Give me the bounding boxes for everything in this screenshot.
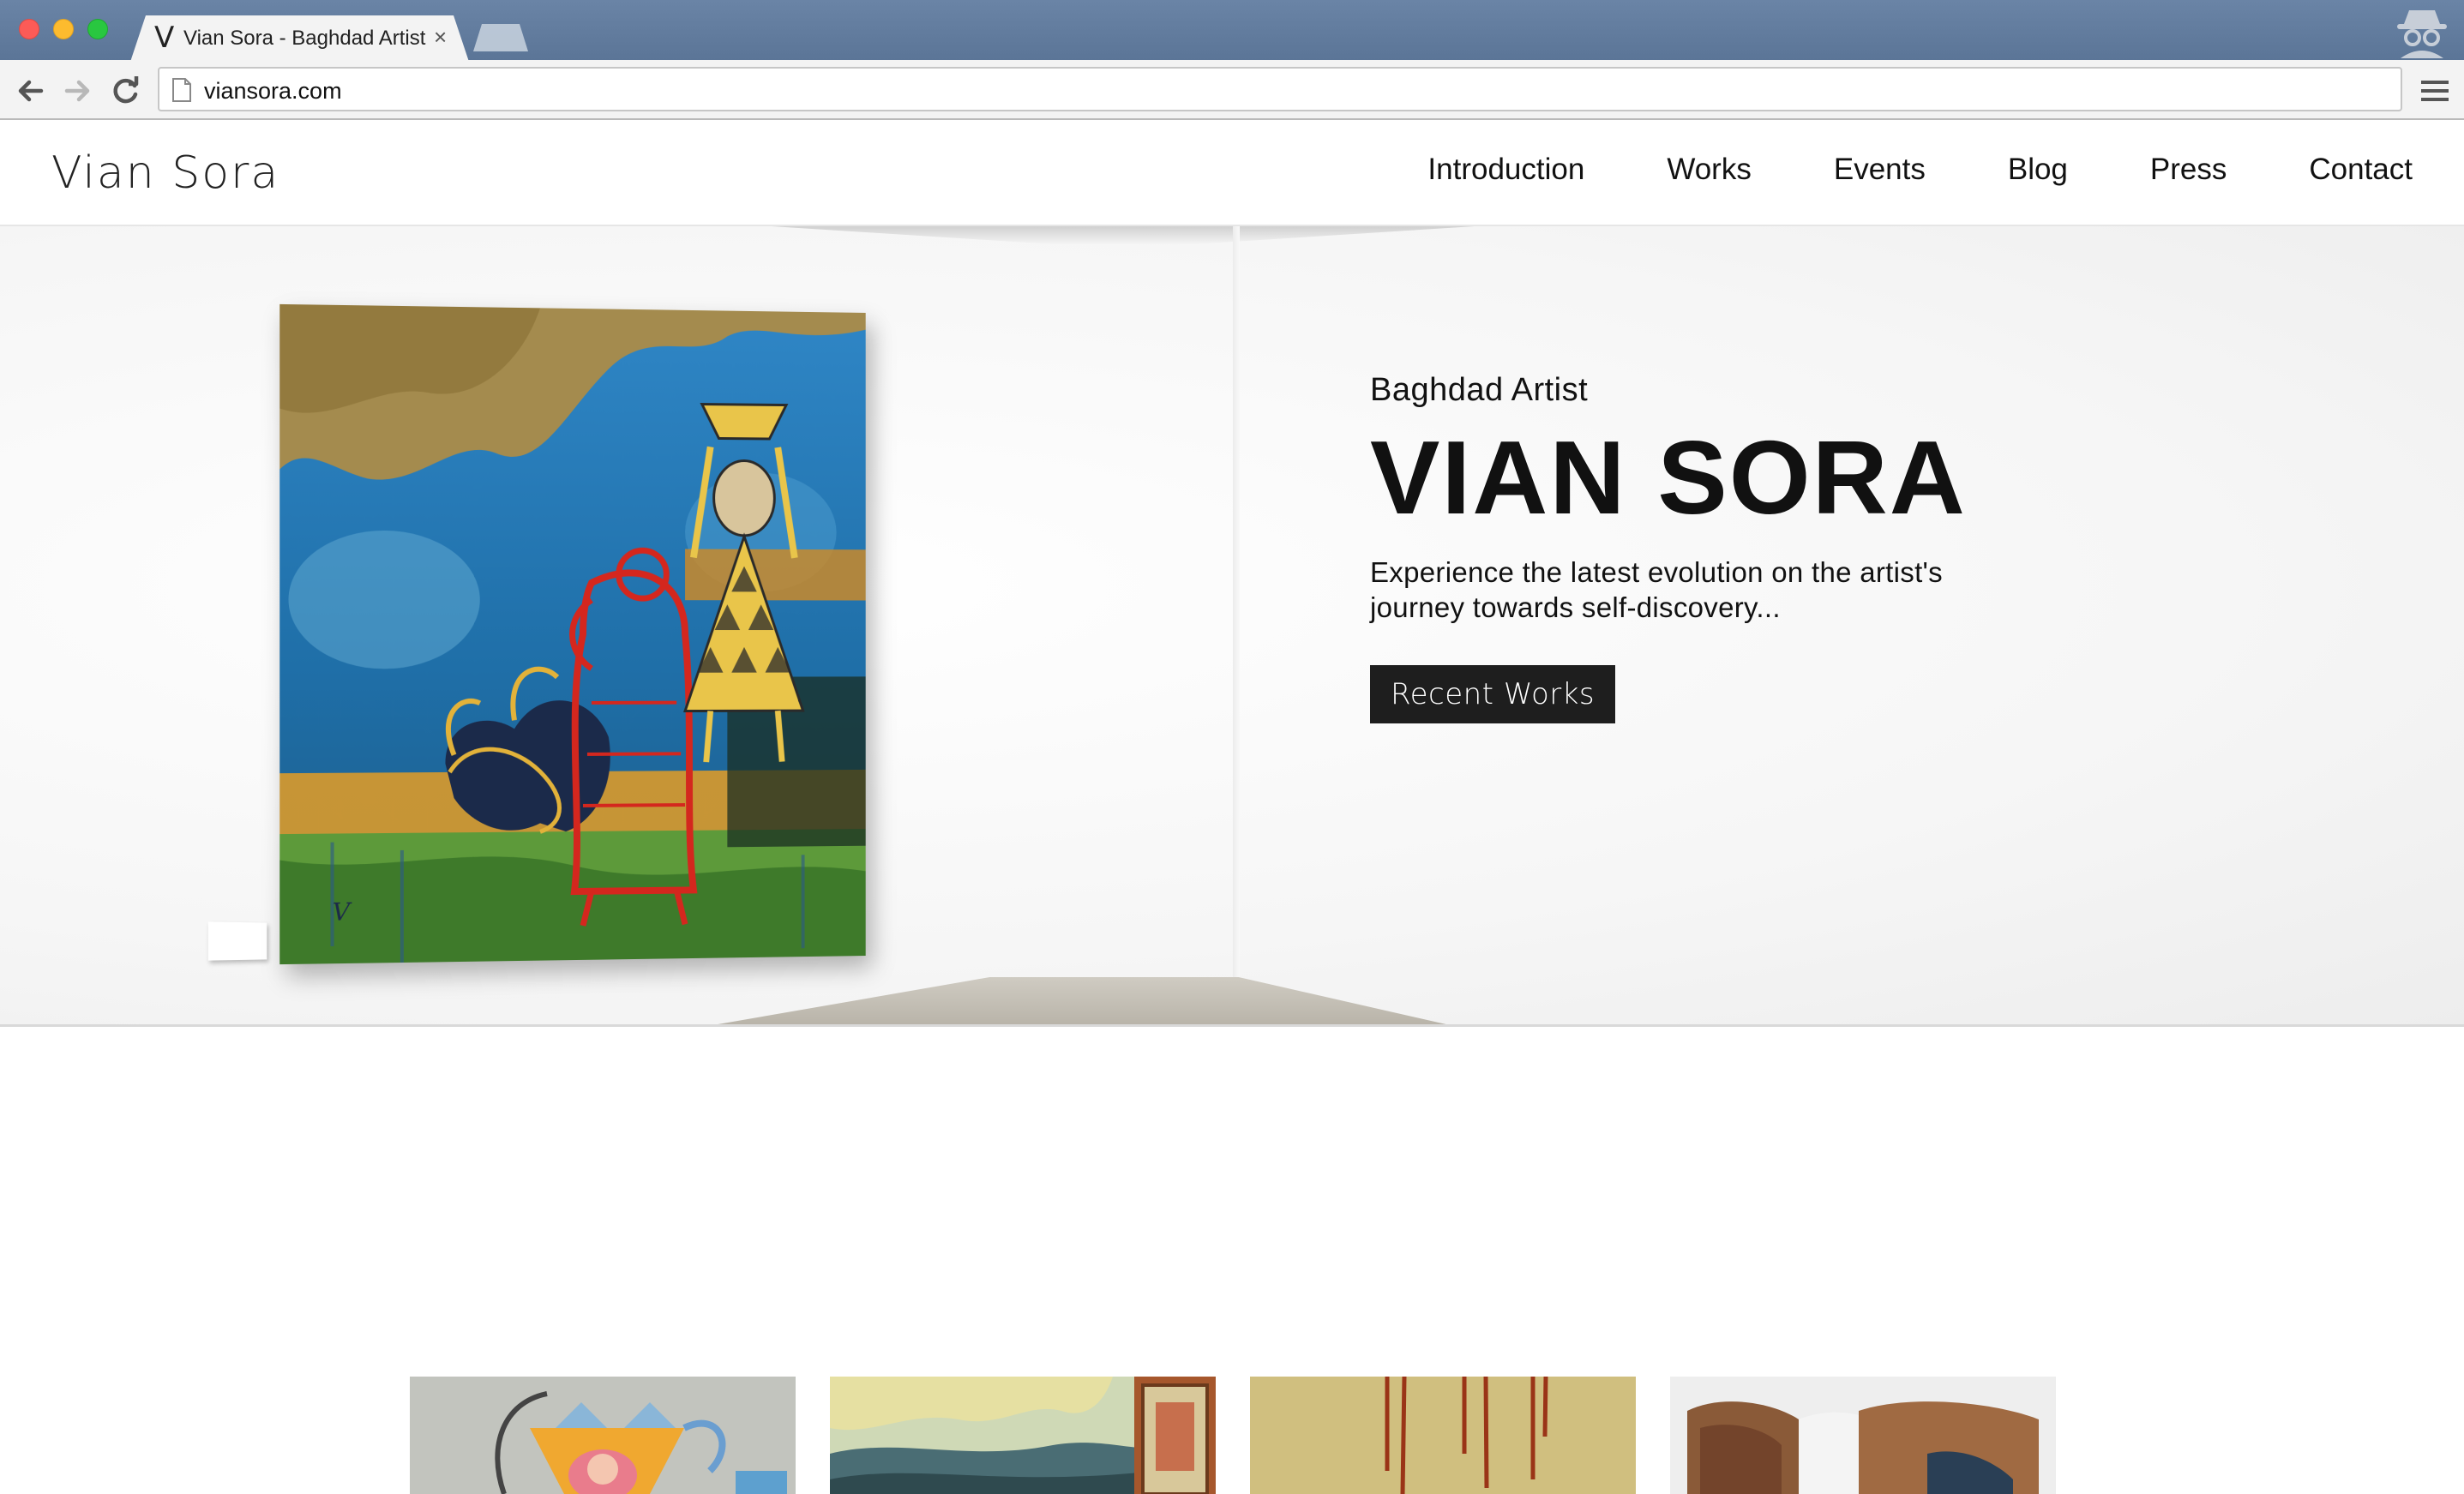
- nav-blog[interactable]: Blog: [2008, 153, 2068, 187]
- browser-titlebar: V Vian Sora - Baghdad Artist ×: [0, 0, 2464, 60]
- gallery-wall-corner: [1233, 226, 1240, 1027]
- forward-arrow-icon[interactable]: [58, 72, 96, 110]
- window-close-button[interactable]: [19, 19, 39, 39]
- new-tab-button[interactable]: [473, 24, 528, 51]
- browser-toolbar: viansora.com: [0, 60, 2464, 120]
- recent-works-button[interactable]: Recent Works: [1370, 665, 1615, 723]
- artwork-thumbnail-4[interactable]: [1670, 1377, 2056, 1494]
- artwork-thumbnail-3[interactable]: [1250, 1377, 1636, 1494]
- incognito-icon: [2392, 5, 2452, 58]
- site-header: Vian Sora Introduction Works Events Blog…: [0, 122, 2464, 226]
- nav-press[interactable]: Press: [2150, 153, 2227, 187]
- hero-text-block: Baghdad Artist VIAN SORA Experience the …: [1370, 372, 2142, 723]
- tab-close-icon[interactable]: ×: [434, 24, 447, 51]
- page-icon: [170, 77, 194, 103]
- hero-kicker: Baghdad Artist: [1370, 372, 2142, 409]
- nav-events[interactable]: Events: [1834, 153, 1926, 187]
- site-favicon-icon: V: [154, 21, 174, 55]
- back-arrow-icon[interactable]: [12, 72, 50, 110]
- browser-tab-active[interactable]: V Vian Sora - Baghdad Artist ×: [130, 15, 469, 62]
- tab-title: Vian Sora - Baghdad Artist: [183, 27, 425, 51]
- artwork-placard: [208, 921, 267, 960]
- hamburger-menu-icon[interactable]: [2418, 75, 2452, 106]
- main-nav: Introduction Works Events Blog Press Con…: [1427, 153, 2413, 187]
- site-logo[interactable]: Vian Sora: [51, 147, 279, 199]
- hero-painting: V: [279, 304, 865, 964]
- nav-works[interactable]: Works: [1667, 153, 1752, 187]
- svg-text:V: V: [333, 897, 352, 926]
- reload-icon[interactable]: [106, 72, 144, 110]
- gallery-ceiling: [772, 226, 1475, 245]
- hero-subtitle: Experience the latest evolution on the a…: [1370, 555, 2039, 626]
- gallery-floor: [703, 977, 1457, 1027]
- url-text[interactable]: viansora.com: [204, 78, 342, 105]
- artwork-thumbnail-1[interactable]: [410, 1377, 796, 1494]
- address-bar[interactable]: viansora.com: [158, 67, 2402, 111]
- hero-title: VIAN SORA: [1370, 423, 2142, 532]
- window-zoom-button[interactable]: [87, 19, 108, 39]
- artwork-thumbnail-2[interactable]: [830, 1377, 1216, 1494]
- nav-introduction[interactable]: Introduction: [1427, 153, 1584, 187]
- nav-contact[interactable]: Contact: [2309, 153, 2413, 187]
- window-minimize-button[interactable]: [53, 19, 74, 39]
